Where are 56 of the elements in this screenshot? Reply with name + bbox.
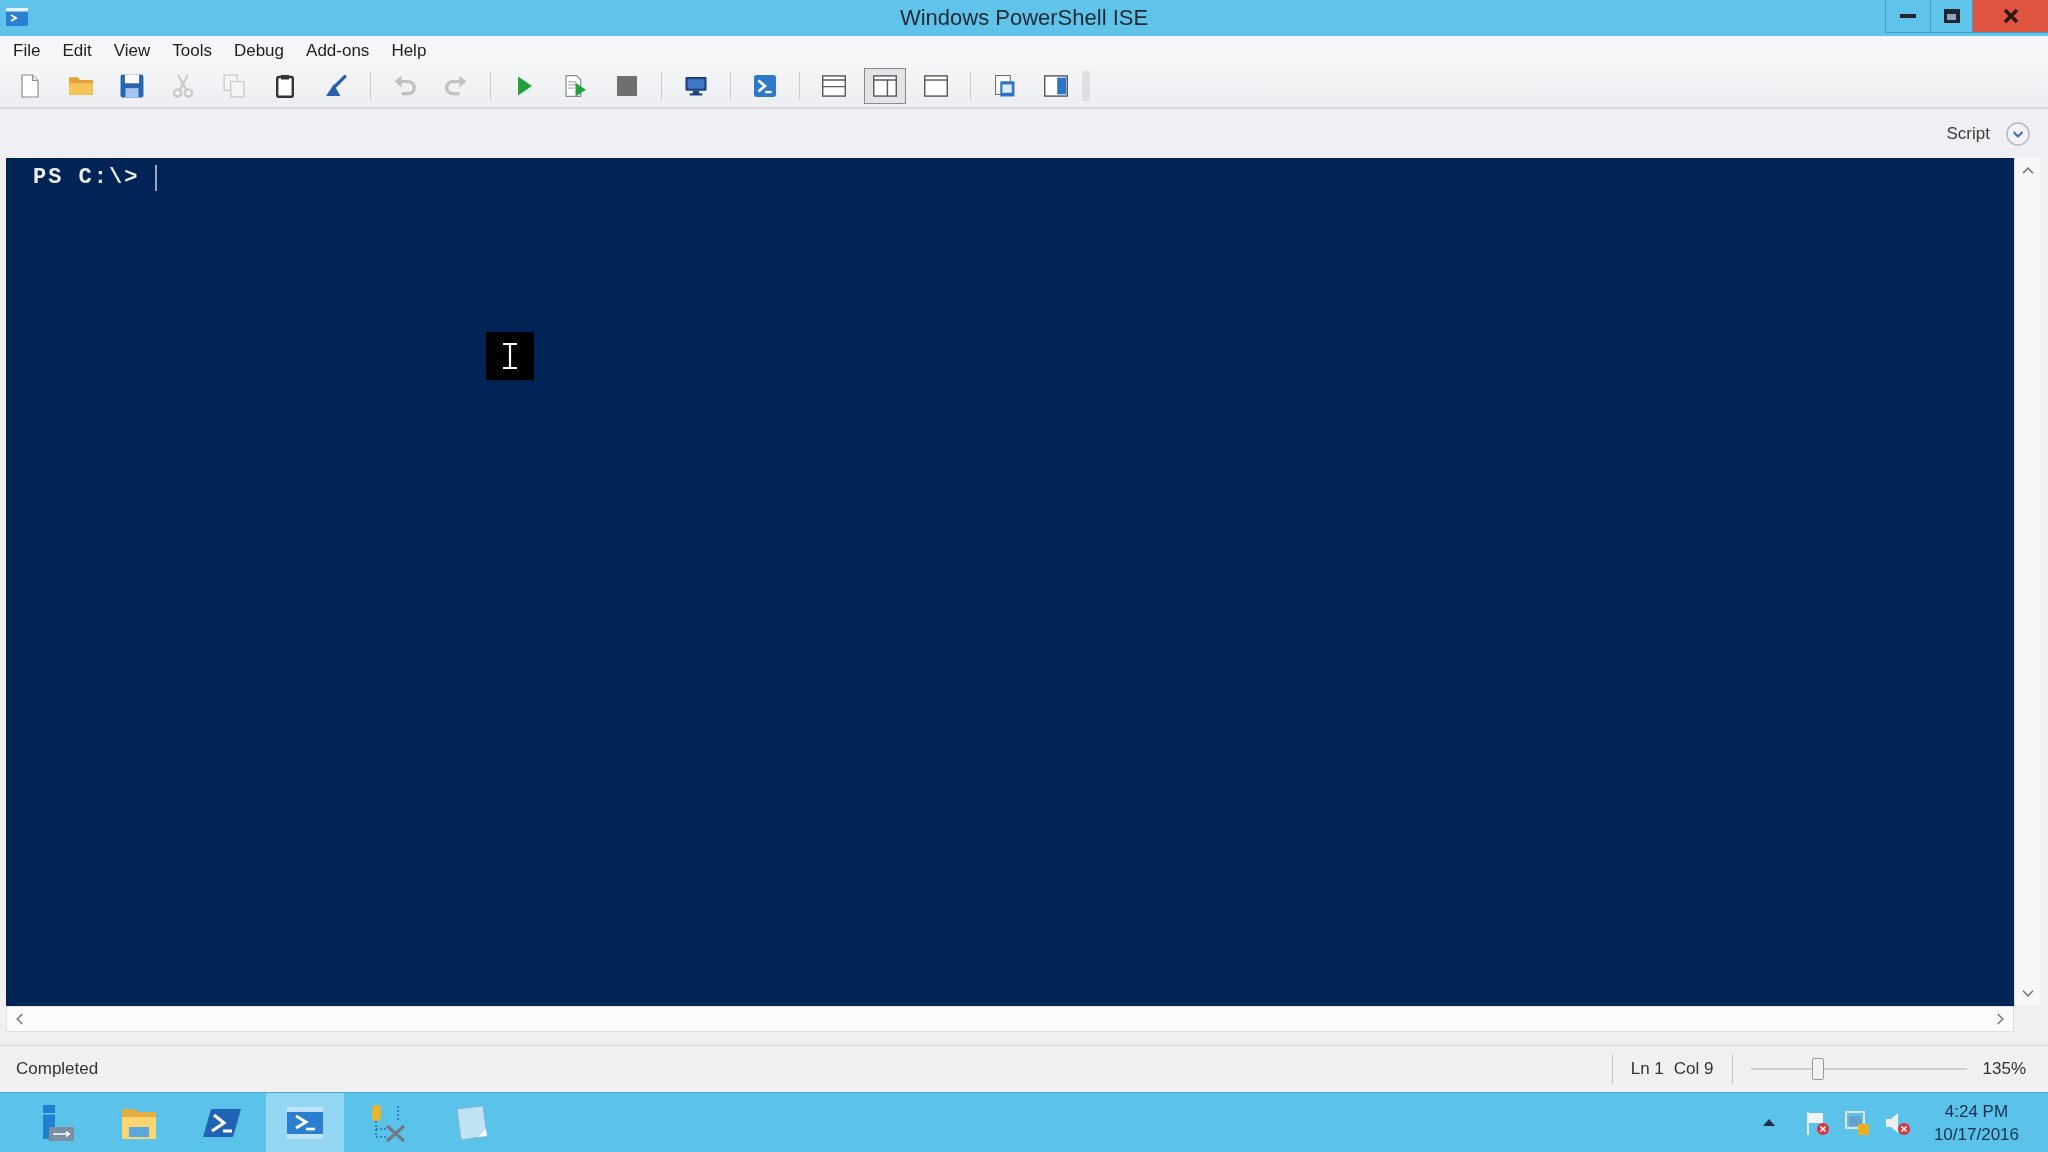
restore-icon (1943, 9, 1960, 23)
folder-icon (68, 76, 94, 96)
zoom-percent: 135% (1982, 1059, 2026, 1079)
minimize-button[interactable] (1885, 0, 1930, 33)
copy-icon (223, 74, 245, 98)
cursor-line: Ln 1 (1630, 1059, 1664, 1079)
clock-date[interactable]: 10/17/2016 (1933, 1122, 2019, 1146)
console-pane[interactable]: PS C:\> (6, 158, 2014, 1006)
taskbar-button[interactable] (266, 1093, 344, 1152)
clipboard-icon (276, 74, 294, 98)
status-message: Completed (16, 1059, 99, 1079)
script-pane-toggle[interactable]: Script (1946, 121, 2030, 146)
split-horizontal-icon (822, 75, 846, 97)
restore-button[interactable] (1930, 0, 1972, 33)
close-button[interactable] (1972, 0, 2048, 33)
broom-icon (325, 75, 347, 97)
chevron-left-icon[interactable] (16, 1013, 23, 1025)
terminal-icon (754, 75, 776, 97)
horizontal-scrollbar[interactable] (6, 1006, 2014, 1032)
document-play-icon (565, 74, 587, 98)
slider-thumb[interactable] (1811, 1058, 1824, 1080)
chevron-right-icon[interactable] (1997, 1013, 2004, 1025)
window-panel-icon (995, 75, 1015, 97)
play-icon (517, 75, 533, 97)
terminal-window-icon (6, 8, 28, 26)
scissors-icon (172, 74, 194, 98)
stop-icon (617, 76, 637, 96)
menu-item[interactable]: Add-ons (295, 37, 381, 64)
monitor-icon (684, 76, 708, 96)
redo-icon (445, 75, 467, 97)
minimize-icon (1900, 14, 1916, 18)
ibeam-pointer-icon (486, 332, 534, 380)
new-file-icon (21, 74, 39, 98)
chevron-down-icon[interactable] (2021, 990, 2034, 997)
menu-item[interactable]: Edit (51, 37, 103, 64)
menu-item[interactable]: Debug (222, 37, 296, 64)
window-title: Windows PowerShell ISE (899, 4, 1149, 32)
vertical-scrollbar[interactable] (2014, 158, 2040, 1006)
save-icon (120, 74, 144, 98)
cursor-column: Col 9 (1673, 1059, 1714, 1079)
console-prompt: PS C:\> (33, 165, 140, 191)
network-icon[interactable] (1842, 1108, 1871, 1137)
menu-item[interactable]: Help (380, 37, 438, 64)
menu-item[interactable]: View (102, 37, 162, 64)
close-icon (2002, 8, 2019, 24)
menu-item[interactable]: Tools (161, 37, 223, 64)
window-icon (924, 75, 948, 97)
clock-time[interactable]: 4:24 PM (1944, 1099, 2009, 1123)
text-caret-icon (155, 165, 158, 191)
sidebar-icon (1044, 75, 1068, 97)
chevron-up-icon[interactable] (2021, 167, 2034, 174)
menu-item[interactable]: File (2, 37, 52, 64)
up-arrow-icon[interactable] (1762, 1119, 1775, 1126)
undo-icon (394, 75, 416, 97)
split-vertical-icon (873, 75, 897, 97)
pane-right-button[interactable] (864, 68, 906, 104)
